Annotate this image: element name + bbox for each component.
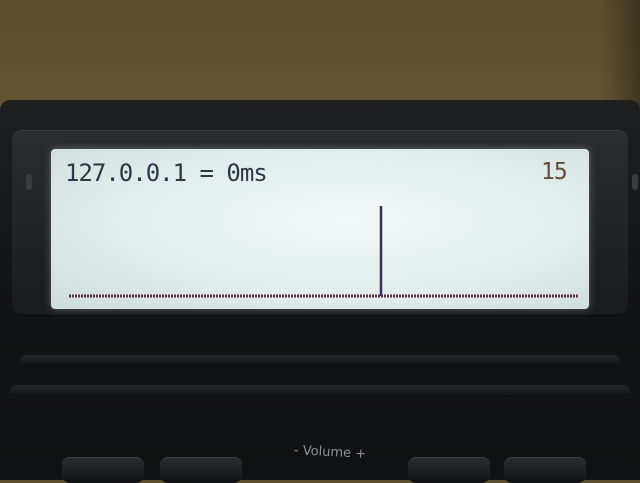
soft-key-1[interactable]	[62, 457, 144, 483]
panel-ridge	[20, 355, 620, 367]
ip-phone-device: 127.0.0.1 = 0ms 15 - Volume +	[0, 100, 640, 483]
ping-graph	[69, 206, 578, 298]
volume-label: - Volume +	[293, 443, 367, 462]
background-wall	[600, 0, 640, 110]
bezel-right-nub	[632, 174, 638, 190]
soft-key-4[interactable]	[504, 457, 586, 483]
phone-lower-panel: - Volume +	[0, 345, 640, 483]
bezel-left-nub	[26, 174, 32, 190]
soft-key-2[interactable]	[160, 457, 242, 483]
lcd-screen: 127.0.0.1 = 0ms 15	[51, 149, 589, 309]
soft-key-3[interactable]	[408, 457, 490, 483]
panel-ridge	[10, 385, 630, 397]
